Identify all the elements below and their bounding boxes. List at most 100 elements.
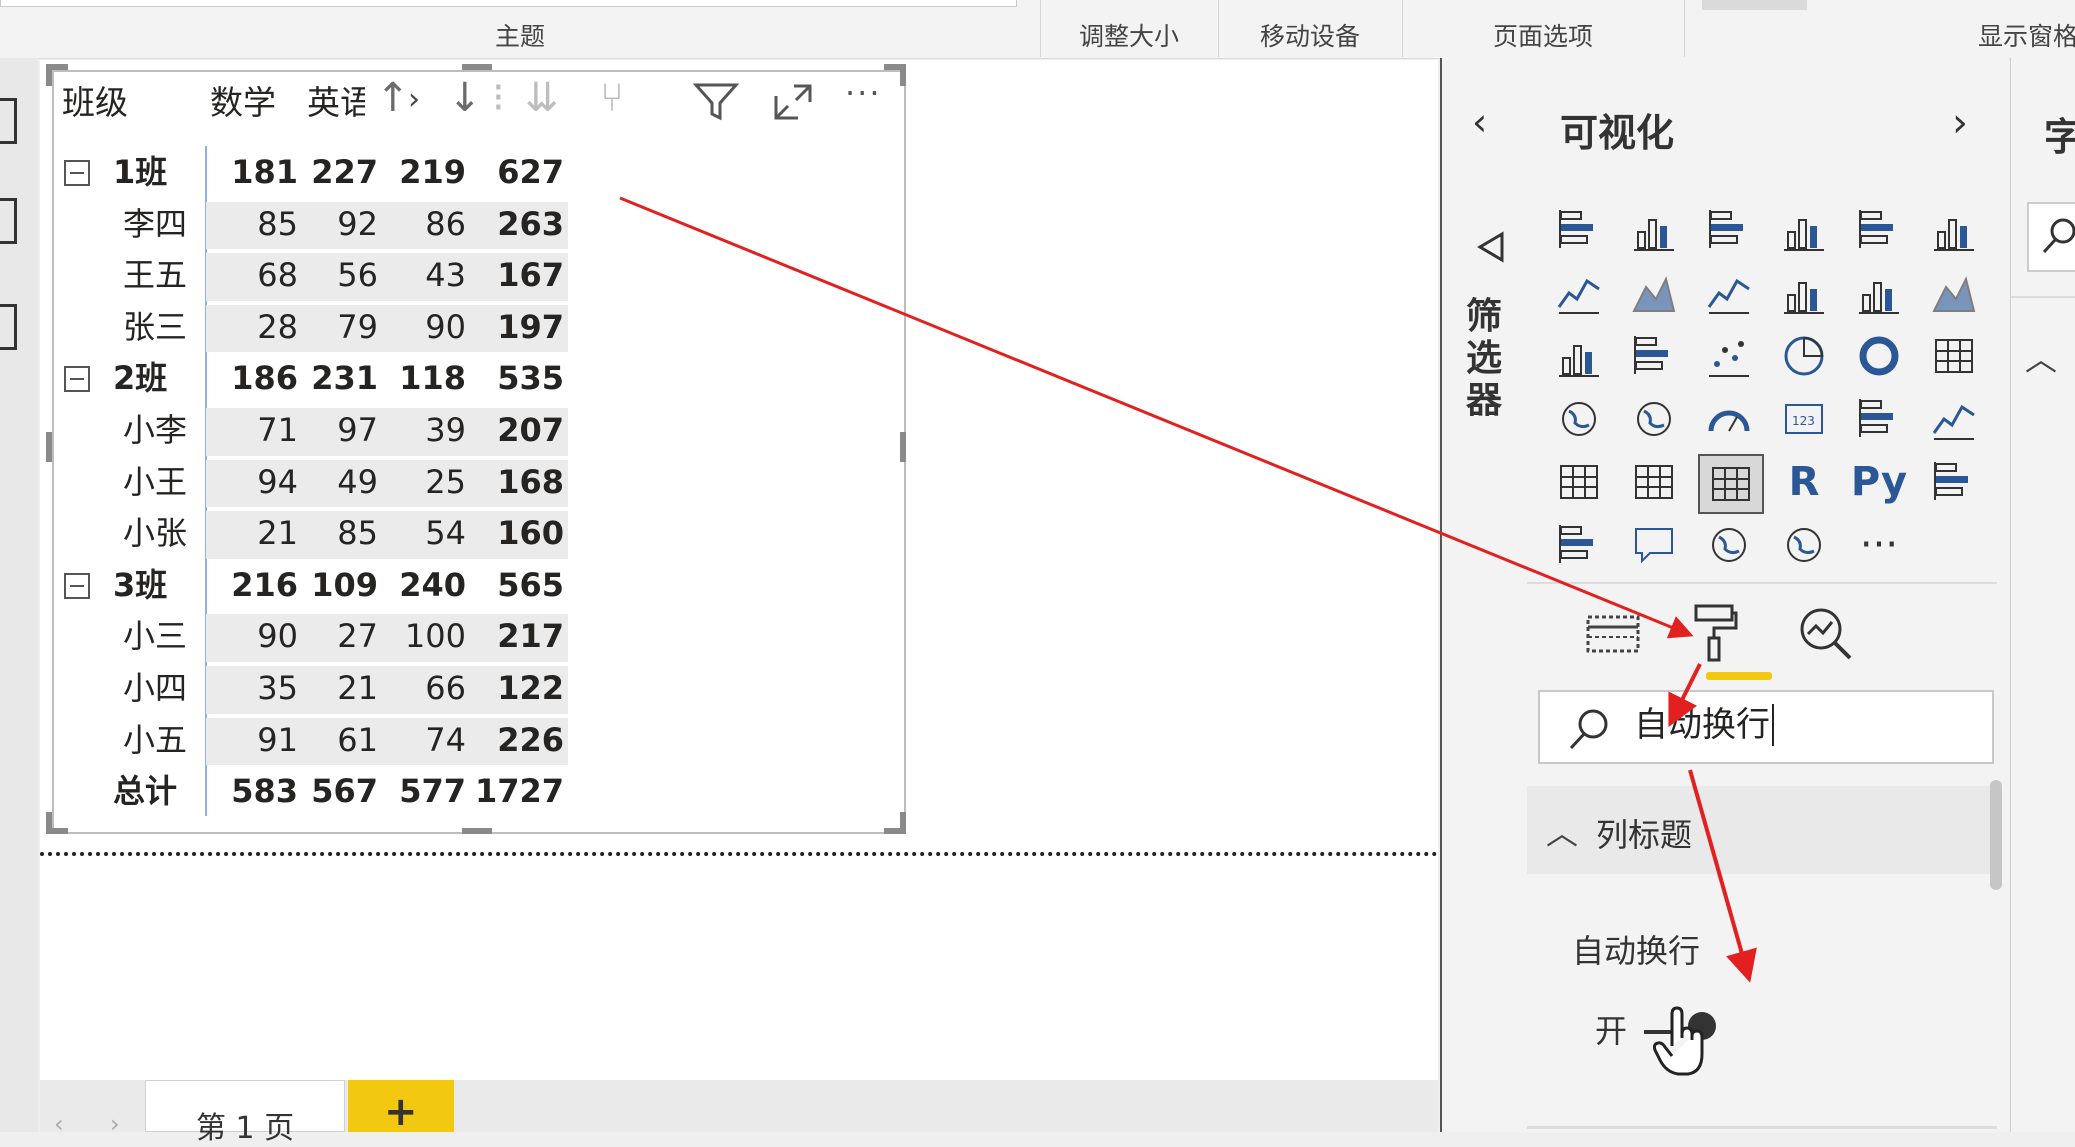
resize-handle[interactable] [900, 812, 906, 834]
collapse-group-icon[interactable] [64, 572, 90, 599]
stacked-column-icon[interactable] [1623, 202, 1685, 258]
drill-down-icon[interactable]: ↓ [448, 78, 482, 118]
stacked-area-icon[interactable] [1698, 265, 1760, 321]
filled-map-icon[interactable] [1623, 391, 1685, 447]
decomposition-tree-icon[interactable] [1548, 517, 1610, 573]
fields-collapse-icon[interactable]: ︿ [2025, 334, 2057, 380]
ribbon-group-show-pane[interactable]: 显示窗格 [1940, 0, 2075, 57]
format-paint-roller-icon[interactable] [1690, 600, 1740, 668]
stacked-bar-icon[interactable] [1548, 202, 1610, 258]
waterfall-icon[interactable] [1548, 328, 1610, 384]
resize-handle[interactable] [462, 64, 492, 70]
matrix-group-row[interactable]: 1班 181 227 219 627 [58, 148, 568, 200]
ribbon-group-page-options[interactable]: 页面选项 [1402, 0, 1685, 57]
card-icon[interactable]: 123 [1773, 391, 1835, 447]
filter-icon[interactable] [692, 82, 740, 126]
stacked-column-100-icon[interactable] [1923, 202, 1985, 258]
collapse-group-icon[interactable] [64, 160, 90, 186]
column-header-math[interactable]: 数学 [210, 76, 276, 124]
gauge-icon[interactable] [1698, 391, 1760, 447]
fields-tab-icon[interactable] [1584, 605, 1642, 665]
qa-icon[interactable] [1623, 517, 1685, 573]
matrix-row[interactable]: 小四 35 21 66 122 [58, 664, 568, 716]
pie-chart-icon[interactable] [1773, 328, 1835, 384]
report-view-icon[interactable] [0, 98, 17, 144]
add-page-button[interactable]: + [348, 1080, 454, 1132]
matrix-row[interactable]: 王五 68 56 43 167 [58, 251, 568, 303]
line-column-icon[interactable] [1773, 265, 1835, 321]
drill-up-icon[interactable]: ↑ [376, 78, 410, 118]
matrix-group-row[interactable]: 3班 216 109 240 565 [58, 561, 568, 613]
donut-chart-icon[interactable] [1848, 328, 1910, 384]
matrix-row[interactable]: 李四 85 92 86 263 [58, 200, 568, 252]
column-header-class[interactable]: 班级 [62, 76, 128, 124]
key-influencers-icon[interactable] [1923, 454, 1985, 510]
ribbon-group-theme[interactable]: 主题 [0, 0, 1041, 57]
matrix-row[interactable]: 小李 71 97 39 207 [58, 406, 568, 458]
ribbon-scroll-indicator [1702, 0, 1807, 10]
mobile-label: 移动设备 [1259, 22, 1360, 51]
map-icon[interactable] [1548, 391, 1610, 447]
pane-scrollbar[interactable] [1990, 780, 2002, 890]
value-cell: 79 [337, 307, 378, 346]
expand-hierarchy-icon[interactable]: ⑂ [600, 78, 624, 118]
page-tab[interactable]: 第 1 页 [145, 1080, 345, 1146]
treemap-icon[interactable] [1923, 328, 1985, 384]
pane-divider [1527, 582, 1997, 584]
expand-chevron-icon[interactable]: › [1952, 100, 1968, 146]
theme-gallery[interactable] [0, 0, 1017, 7]
resize-handle[interactable] [46, 812, 52, 834]
more-visuals-icon[interactable]: ··· [1848, 517, 1910, 573]
scatter-icon[interactable] [1698, 328, 1760, 384]
filter-funnel-icon[interactable] [1472, 230, 1506, 268]
resize-handle[interactable] [46, 64, 52, 86]
matrix-row[interactable]: 小张 21 85 54 160 [58, 509, 568, 561]
ribbon-group-mobile[interactable]: 移动设备 [1218, 0, 1403, 57]
resize-handle[interactable] [462, 828, 492, 834]
table-icon[interactable] [1623, 454, 1685, 510]
collapse-group-icon[interactable] [64, 366, 90, 393]
matrix-row[interactable]: 小五 91 61 74 226 [58, 716, 568, 768]
ribbon-chart-icon[interactable] [1923, 265, 1985, 321]
multi-row-card-icon[interactable] [1848, 391, 1910, 447]
kpi-icon[interactable] [1923, 391, 1985, 447]
slicer-icon[interactable] [1548, 454, 1610, 510]
next-page-icon[interactable]: › [110, 1110, 120, 1138]
matrix-group-row[interactable]: 2班 186 231 118 535 [58, 354, 568, 406]
model-view-icon[interactable] [0, 304, 17, 350]
line-chart-icon[interactable] [1548, 265, 1610, 321]
resize-handle[interactable] [900, 64, 906, 86]
filters-label[interactable]: 筛选器 [1464, 296, 1504, 422]
column-header-english[interactable]: 英语 [307, 76, 365, 124]
svg-text:123: 123 [1792, 414, 1815, 428]
fields-search-box[interactable] [2027, 202, 2075, 272]
matrix-row[interactable]: 小王 94 49 25 168 [58, 458, 568, 510]
area-chart-icon[interactable] [1623, 265, 1685, 321]
line-clustered-column-icon[interactable] [1848, 265, 1910, 321]
data-view-icon[interactable] [0, 198, 17, 244]
analytics-magnifier-icon[interactable] [1796, 604, 1856, 668]
more-options-icon[interactable]: ··· [845, 74, 882, 112]
value-cell: 219 [399, 153, 466, 191]
resize-handle[interactable] [46, 432, 52, 462]
clustered-column-icon[interactable] [1773, 202, 1835, 258]
matrix-icon[interactable] [1698, 454, 1764, 514]
clustered-bar-icon[interactable] [1698, 202, 1760, 258]
search-input[interactable]: 自动换行 [1634, 704, 1774, 746]
expand-all-down-icon[interactable]: ⇊ [525, 78, 559, 118]
python-visual-icon[interactable]: Py [1848, 454, 1910, 510]
power-apps-icon[interactable] [1773, 517, 1835, 573]
focus-mode-icon[interactable] [772, 82, 814, 126]
matrix-row[interactable]: 张三 28 79 90 197 [58, 303, 568, 355]
collapse-viz-chevron-icon[interactable]: ‹ [1472, 100, 1487, 144]
ribbon-group-resize[interactable]: 调整大小 [1040, 0, 1219, 57]
stacked-bar-100-icon[interactable] [1848, 202, 1910, 258]
matrix-row[interactable]: 小三 90 27 100 217 [58, 612, 568, 664]
collapse-chevron-up-icon[interactable]: ︿ [1546, 808, 1578, 854]
funnel-icon[interactable] [1623, 328, 1685, 384]
prev-page-icon[interactable]: ‹ [54, 1110, 64, 1138]
truncated-header-fragment: › [408, 82, 420, 117]
resize-handle[interactable] [900, 432, 906, 462]
arcgis-icon[interactable] [1698, 517, 1760, 573]
r-visual-icon[interactable]: R [1773, 454, 1835, 510]
